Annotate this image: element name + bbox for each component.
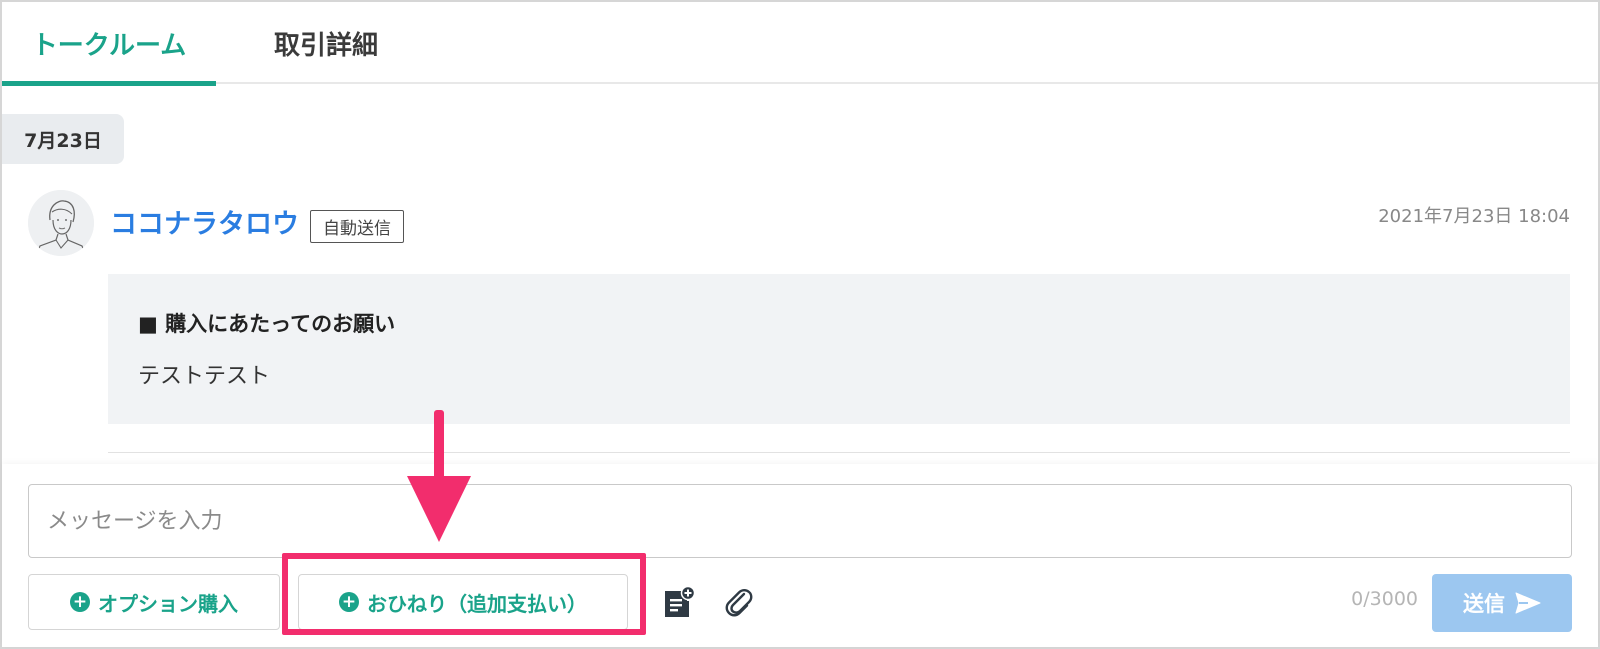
send-button[interactable]: 送信 [1432, 574, 1572, 632]
tab-talkroom[interactable]: トークルーム [2, 2, 216, 86]
tip-payment-button[interactable]: + おひねり（追加支払い） [298, 574, 628, 630]
message-divider [108, 452, 1570, 453]
avatar[interactable] [28, 190, 94, 256]
message-input[interactable] [28, 484, 1572, 558]
tab-bar: トークルーム 取引詳細 [2, 2, 1598, 86]
send-arrow-icon [1515, 592, 1541, 614]
date-separator: 7月23日 [2, 114, 124, 164]
option-purchase-button[interactable]: + オプション購入 [28, 574, 280, 630]
chat-area: 7月23日 ココナラタロウ 自動送信 2021年7月23日 18:04 ■ 購入… [2, 86, 1598, 464]
tip-payment-label: おひねり（追加支払い） [367, 591, 587, 616]
template-icon[interactable] [654, 578, 702, 626]
auto-send-badge: 自動送信 [310, 210, 404, 243]
send-label: 送信 [1463, 592, 1505, 616]
tab-transaction-detail[interactable]: 取引詳細 [216, 2, 436, 84]
paperclip-icon[interactable] [714, 578, 762, 626]
plus-circle-icon: + [339, 592, 359, 612]
avatar-illustration-icon [28, 190, 94, 256]
message-composer: + オプション購入 + おひねり（追加支払い） 0/3000 送信 [2, 464, 1598, 647]
message-body: テストテスト [138, 364, 271, 389]
sender-name[interactable]: ココナラタロウ [110, 202, 299, 241]
message-timestamp: 2021年7月23日 18:04 [1378, 206, 1570, 227]
message-title: ■ 購入にあたってのお願い [138, 312, 396, 336]
option-purchase-label: オプション購入 [98, 591, 238, 616]
message-bubble: ■ 購入にあたってのお願い テストテスト [108, 274, 1570, 424]
character-counter: 0/3000 [1351, 588, 1418, 610]
plus-circle-icon: + [70, 592, 90, 612]
